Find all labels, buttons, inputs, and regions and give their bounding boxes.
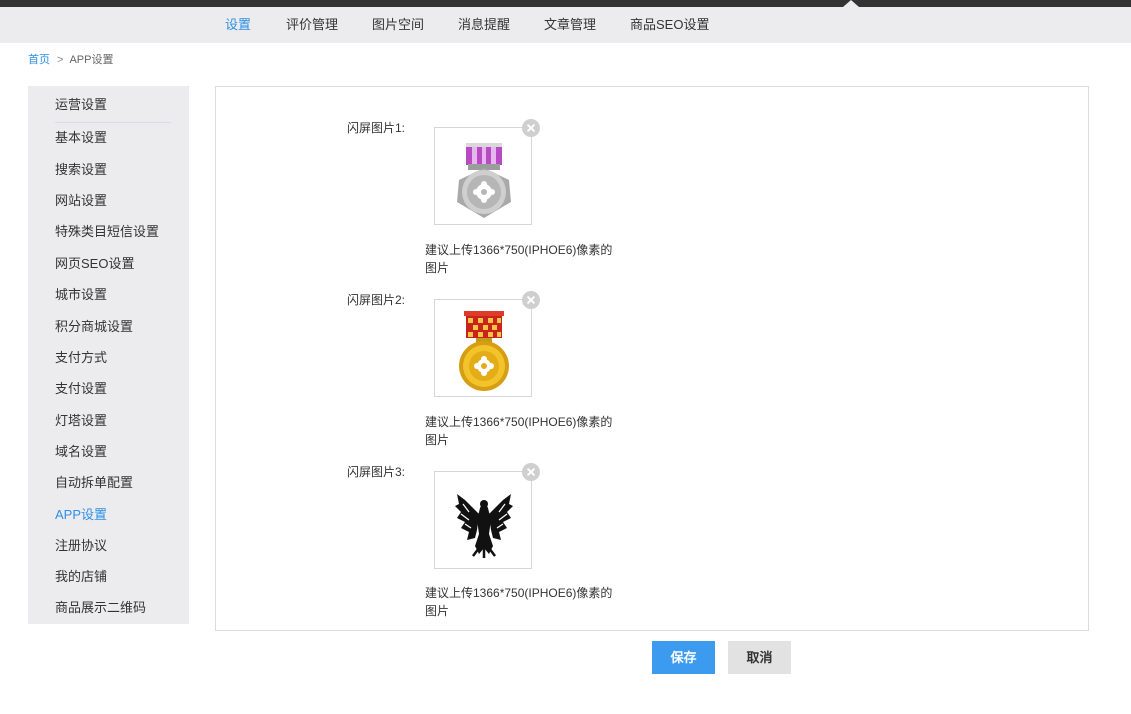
sidebar-item-domain-settings[interactable]: 域名设置	[55, 443, 107, 461]
sidebar-item-city-settings[interactable]: 城市设置	[55, 286, 107, 304]
splash-image-3-hint: 建议上传1366*750(IPHOE6)像素的 图片	[425, 584, 635, 620]
sidebar-item-product-qrcode[interactable]: 商品展示二维码	[55, 599, 146, 617]
sidebar-item-site-settings[interactable]: 网站设置	[55, 192, 107, 210]
hint-line: 图片	[425, 433, 450, 447]
sidebar: 运营设置 基本设置 搜索设置 网站设置 特殊类目短信设置 网页SEO设置 城市设…	[28, 86, 189, 624]
hint-line: 图片	[425, 604, 450, 618]
eagle-emblem-icon	[455, 494, 513, 558]
hint-line: 图片	[425, 261, 450, 275]
breadcrumb: 首页 > APP设置	[28, 52, 113, 68]
save-button[interactable]: 保存	[652, 641, 715, 674]
sidebar-item-app-settings[interactable]: APP设置	[55, 506, 107, 524]
splash-image-1-remove-icon[interactable]	[522, 119, 540, 137]
sidebar-item-points-mall[interactable]: 积分商城设置	[55, 318, 133, 336]
breadcrumb-home-link[interactable]: 首页	[28, 54, 50, 66]
sidebar-item-my-store[interactable]: 我的店铺	[55, 568, 107, 586]
active-indicator-notch	[843, 0, 859, 7]
sidebar-item-registration-agreement[interactable]: 注册协议	[55, 537, 107, 555]
hint-line: 建议上传1366*750(IPHOE6)像素的	[425, 586, 613, 600]
cancel-button[interactable]: 取消	[728, 641, 791, 674]
sidebar-item-search-settings[interactable]: 搜索设置	[55, 161, 107, 179]
splash-image-3-remove-icon[interactable]	[522, 463, 540, 481]
splash-image-1-upload[interactable]	[434, 127, 532, 225]
sidebar-divider	[55, 122, 171, 123]
top-bar	[0, 0, 1131, 7]
breadcrumb-current: APP设置	[69, 54, 114, 66]
gold-medal-icon	[459, 311, 509, 391]
sidebar-item-web-seo[interactable]: 网页SEO设置	[55, 255, 134, 273]
splash-image-1-label: 闪屏图片1:	[347, 121, 406, 135]
splash-image-2-upload[interactable]	[434, 299, 532, 397]
sidebar-item-auto-split-order[interactable]: 自动拆单配置	[55, 474, 133, 492]
sidebar-item-payment-settings[interactable]: 支付设置	[55, 380, 107, 398]
tab-article-management[interactable]: 文章管理	[544, 7, 596, 43]
splash-image-3-label: 闪屏图片3:	[347, 465, 406, 479]
splash-image-2-hint: 建议上传1366*750(IPHOE6)像素的 图片	[425, 413, 635, 449]
splash-image-3-upload[interactable]	[434, 471, 532, 569]
tab-settings[interactable]: 设置	[225, 7, 251, 43]
splash-image-2-label: 闪屏图片2:	[347, 293, 406, 307]
hint-line: 建议上传1366*750(IPHOE6)像素的	[425, 243, 613, 257]
tab-image-space[interactable]: 图片空间	[372, 7, 424, 43]
app-settings-panel: 闪屏图片1: 建议上传1366*750(IPHOE6)像素的 图片 闪屏图片2:	[215, 86, 1089, 631]
sidebar-item-operation-settings[interactable]: 运营设置	[55, 96, 107, 114]
splash-image-1-hint: 建议上传1366*750(IPHOE6)像素的 图片	[425, 241, 635, 277]
sidebar-item-special-sms[interactable]: 特殊类目短信设置	[55, 223, 159, 241]
sidebar-item-beacon-settings[interactable]: 灯塔设置	[55, 412, 107, 430]
tab-message-reminder[interactable]: 消息提醒	[458, 7, 510, 43]
sidebar-item-payment-methods[interactable]: 支付方式	[55, 349, 107, 367]
silver-medal-icon	[457, 143, 511, 218]
sidebar-item-basic-settings[interactable]: 基本设置	[55, 129, 107, 147]
tab-review-management[interactable]: 评价管理	[286, 7, 338, 43]
breadcrumb-separator: >	[57, 54, 64, 66]
top-nav: 设置 评价管理 图片空间 消息提醒 文章管理 商品SEO设置	[0, 7, 1131, 43]
splash-image-2-remove-icon[interactable]	[522, 291, 540, 309]
hint-line: 建议上传1366*750(IPHOE6)像素的	[425, 415, 613, 429]
tab-product-seo[interactable]: 商品SEO设置	[630, 7, 709, 43]
